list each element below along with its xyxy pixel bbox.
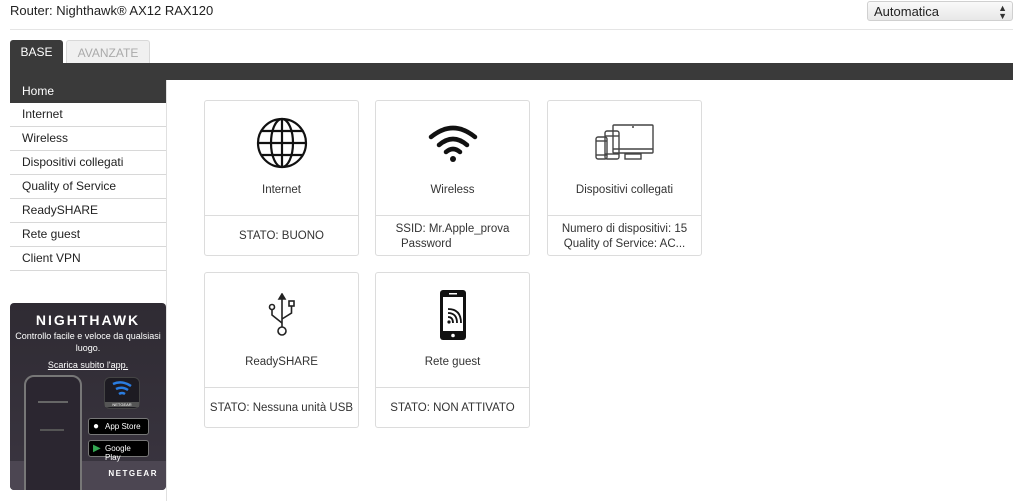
phone-wifi-icon	[439, 290, 466, 340]
card-internet[interactable]: Internet STATO: BUONO	[204, 100, 359, 256]
google-play-icon: ▶	[93, 443, 101, 454]
sidebar-item-connected-devices[interactable]: Dispositivi collegati	[10, 151, 166, 175]
wifi-app-glyph	[112, 381, 132, 396]
card-title: ReadySHARE	[245, 356, 318, 368]
sidebar-item-qos[interactable]: Quality of Service	[10, 175, 166, 199]
card-status: SSID: Mr.Apple_prova Password	[376, 222, 529, 252]
card-readyshare[interactable]: ReadySHARE STATO: Nessuna unità USB	[204, 272, 359, 428]
netgear-logo: NETGEAR	[108, 469, 158, 478]
download-app-link[interactable]: Scarica subito l'app.	[10, 360, 166, 370]
sidebar-divider	[166, 80, 167, 501]
app-icon-label: NETGEAR	[105, 402, 139, 407]
app-store-button[interactable]: ● App Store	[88, 418, 149, 435]
promo-text: Controllo facile e veloce da qualsiasi l…	[15, 331, 161, 353]
card-title: Wireless	[430, 184, 475, 196]
card-divider	[548, 215, 701, 216]
google-play-button[interactable]: ▶ Google Play	[88, 440, 149, 462]
sidebar-item-readyshare[interactable]: ReadySHARE	[10, 199, 166, 223]
tab-base[interactable]: BASE	[10, 40, 63, 64]
router-model-label: Router: Nighthawk® AX12 RAX120	[10, 3, 214, 18]
language-select[interactable]: Automatica ▲ ▼	[867, 1, 1013, 21]
nighthawk-app-icon: NETGEAR	[104, 377, 140, 409]
ssid-line: SSID: Mr.Apple_prova	[395, 223, 510, 235]
sidebar-item-home[interactable]: Home	[10, 80, 166, 103]
phone-screen-detail	[38, 401, 68, 403]
card-title: Dispositivi collegati	[575, 184, 674, 196]
sidebar-item-guest-network[interactable]: Rete guest	[10, 223, 166, 247]
card-guest-network[interactable]: Rete guest STATO: NON ATTIVATO	[375, 272, 530, 428]
nighthawk-app-promo[interactable]: NIGHTHAWK Controllo facile e veloce da q…	[10, 303, 166, 490]
card-status: Numero di dispositivi: 15 Quality of Ser…	[548, 222, 701, 252]
sidebar-item-internet[interactable]: Internet	[10, 103, 166, 127]
card-wireless[interactable]: Wireless SSID: Mr.Apple_prova Password	[375, 100, 530, 256]
app-store-label: App Store	[105, 422, 141, 431]
card-divider	[376, 387, 529, 388]
card-status: STATO: Nessuna unità USB	[209, 402, 354, 414]
phone-router-graphic	[40, 429, 64, 443]
password-line: Password	[401, 238, 452, 250]
tab-avanzate[interactable]: AVANZATE	[66, 40, 150, 64]
card-connected-devices[interactable]: Dispositivi collegati Numero di disposit…	[547, 100, 702, 256]
apple-icon: ●	[93, 421, 100, 432]
language-select-value: Automatica	[874, 4, 940, 19]
card-divider	[205, 387, 358, 388]
device-count-line: Numero di dispositivi: 15	[561, 223, 688, 235]
devices-icon	[594, 124, 654, 160]
google-play-label: Google Play	[105, 444, 131, 462]
nighthawk-logo: NIGHTHAWK	[35, 312, 141, 328]
select-arrows-icon: ▲ ▼	[998, 3, 1007, 21]
card-divider	[376, 215, 529, 216]
sidebar-item-vpn-client[interactable]: Client VPN	[10, 247, 166, 271]
card-title: Rete guest	[424, 356, 481, 368]
qos-line: Quality of Service: AC...	[563, 238, 686, 250]
card-title: Internet	[262, 184, 301, 196]
wifi-icon	[428, 125, 477, 162]
card-status: STATO: NON ATTIVATO	[390, 402, 515, 414]
header-divider	[10, 29, 1013, 30]
sidebar-nav: Home Internet Wireless Dispositivi colle…	[10, 80, 166, 271]
tab-content-bar	[10, 63, 1013, 80]
card-status: STATO: BUONO	[239, 230, 324, 242]
phone-image	[24, 375, 82, 490]
card-divider	[205, 215, 358, 216]
usb-icon	[268, 293, 295, 336]
globe-icon	[256, 117, 307, 169]
sidebar-item-wireless[interactable]: Wireless	[10, 127, 166, 151]
